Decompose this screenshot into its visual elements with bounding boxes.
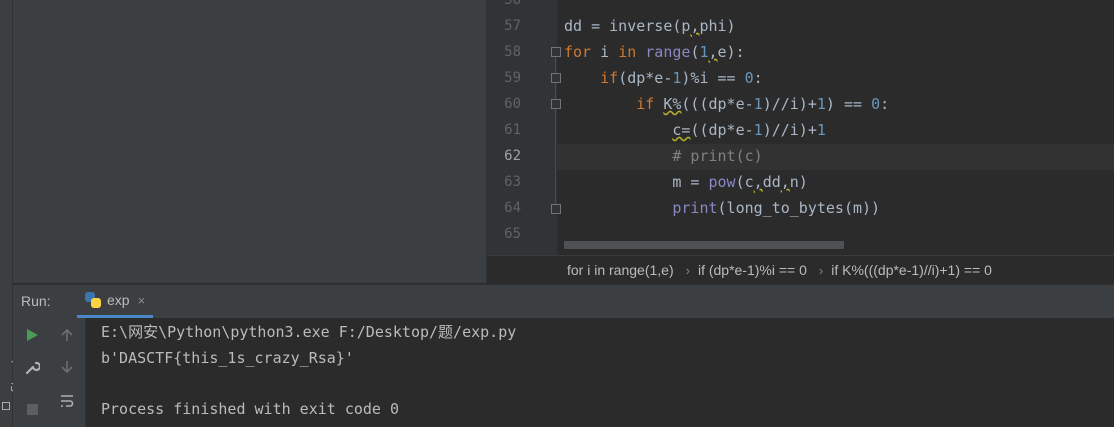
line-number: 59	[504, 70, 521, 86]
run-toolbar	[13, 318, 86, 427]
line-number: 58	[504, 44, 521, 60]
arrow-up-icon[interactable]	[56, 324, 78, 346]
breadcrumb-separator-icon: ›	[685, 262, 690, 278]
console-line-output: b'DASCTF{this_1s_crazy_Rsa}'	[101, 349, 354, 367]
line-number: 57	[504, 18, 521, 34]
fold-marker-icon[interactable]	[551, 47, 561, 57]
code-line: if K%(((dp*e-1)//i)+1) == 0:	[636, 95, 890, 113]
run-tool-window-header: Run: exp ×	[13, 284, 1114, 319]
arrow-down-icon[interactable]	[56, 356, 78, 378]
line-number: 65	[504, 226, 521, 242]
code-line: c=((dp*e-1)//i)+1	[672, 121, 826, 139]
play-icon[interactable]	[21, 324, 43, 346]
line-number: 61	[504, 122, 521, 138]
console-line-exit-status: Process finished with exit code 0	[101, 400, 400, 418]
fold-marker-icon[interactable]	[551, 99, 561, 109]
line-number: 60	[504, 96, 521, 112]
soft-wrap-icon[interactable]	[56, 390, 78, 412]
breadcrumb: for i in range(1,e) › if (dp*e-1)%i == 0…	[487, 255, 1114, 284]
code-line: print(long_to_bytes(m))	[672, 199, 881, 217]
run-tab-label: exp	[107, 292, 130, 308]
code-line: m = pow(c,dd,n)	[564, 173, 808, 191]
code-line: dd = inverse(p,phi)	[564, 17, 736, 35]
breadcrumb-item[interactable]: if (dp*e-1)%i == 0	[690, 262, 807, 278]
fold-end-marker-icon[interactable]	[551, 204, 561, 214]
line-number: 56	[504, 0, 521, 8]
line-number-current: 62	[504, 148, 521, 164]
line-number: 63	[504, 174, 521, 190]
console-output[interactable]: E:\网安\Python\python3.exe F:/Desktop/题/ex…	[86, 318, 1114, 427]
code-line: for i in range(1,e):	[564, 43, 745, 61]
stop-icon[interactable]	[21, 398, 43, 420]
code-line: if(dp*e-1)%i == 0:	[600, 69, 763, 87]
wrench-icon[interactable]	[21, 356, 43, 378]
console-line-command: E:\网安\Python\python3.exe F:/Desktop/题/ex…	[101, 323, 517, 341]
horizontal-scrollbar[interactable]	[564, 241, 844, 249]
run-tab-exp[interactable]: exp ×	[77, 285, 154, 318]
fold-marker-icon[interactable]	[551, 73, 561, 83]
run-title: Run:	[21, 293, 51, 309]
line-number: 64	[504, 200, 521, 216]
code-line: # print(c)	[672, 147, 763, 165]
project-pane	[13, 0, 487, 283]
editor-gutter: 56 57 58 59 60 61 62 63 64 65	[487, 0, 561, 255]
breadcrumb-item[interactable]: for i in range(1,e)	[487, 262, 674, 278]
breadcrumb-separator-icon: ›	[818, 262, 824, 278]
close-icon[interactable]: ×	[138, 293, 146, 308]
code-editor[interactable]: 56 57 58 59 60 61 62 63 64 65 dd = inver…	[487, 0, 1114, 255]
structure-icon	[2, 402, 10, 410]
breadcrumb-item[interactable]: if K%(((dp*e-1)//i)+1) == 0	[823, 262, 992, 278]
python-icon	[85, 292, 101, 308]
structure-tool-strip[interactable]: Structure	[0, 0, 22, 427]
